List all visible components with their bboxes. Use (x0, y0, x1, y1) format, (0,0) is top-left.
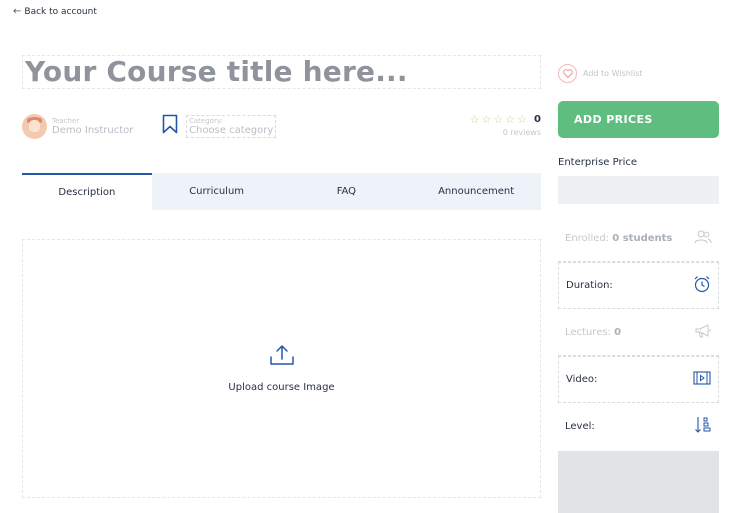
course-title-field[interactable]: Your Course title here... (22, 55, 541, 89)
course-title-placeholder: Your Course title here... (25, 55, 408, 88)
enrolled-item: Enrolled: 0 students (558, 215, 719, 262)
star-icon: ☆ (505, 113, 516, 126)
level-label: Level: (565, 421, 595, 432)
star-icon: ☆ (469, 113, 480, 126)
video-icon (693, 371, 711, 388)
video-item: Video: (558, 356, 719, 403)
category-label: Category: (189, 116, 223, 125)
star-icon: ☆ (493, 113, 504, 126)
tab-description[interactable]: Description (22, 173, 152, 210)
level-icon (694, 416, 712, 437)
lectures-item: Lectures: 0 (558, 309, 719, 356)
duration-label: Duration: (566, 280, 613, 291)
video-label: Video: (566, 374, 598, 385)
tab-faq[interactable]: FAQ (282, 173, 412, 210)
level-item: Level: (558, 403, 719, 450)
duration-item: Duration: (558, 262, 719, 309)
back-to-account-label: Back to account (24, 6, 97, 17)
category-value: Choose category (189, 124, 274, 136)
enterprise-price-input[interactable] (558, 176, 719, 204)
course-rating: ☆ ☆ ☆ ☆ ☆ 0 0 reviews (470, 114, 541, 137)
alarm-clock-icon (693, 275, 711, 296)
upload-course-image[interactable]: Upload course Image (22, 239, 541, 498)
avatar (22, 114, 47, 139)
upload-icon (269, 344, 295, 370)
upload-label: Upload course Image (228, 382, 335, 393)
tab-announcement[interactable]: Announcement (411, 173, 541, 210)
back-to-account-link[interactable]: ← Back to account (13, 6, 97, 17)
add-prices-button[interactable]: ADD PRICES (558, 101, 719, 138)
course-tabs: Description Curriculum FAQ Announcement (22, 173, 541, 210)
teacher-info: Teacher Demo Instructor (22, 114, 133, 139)
star-icon: ☆ (517, 113, 528, 126)
teacher-label: Teacher (52, 117, 80, 125)
wishlist-label: Add to Wishlist (583, 69, 643, 78)
heart-icon (558, 64, 577, 83)
bookmark-icon (162, 114, 178, 138)
users-icon (694, 230, 712, 247)
sidebar-placeholder-block (558, 451, 719, 513)
lectures-label: Lectures: (565, 326, 611, 338)
enterprise-price-label: Enterprise Price (558, 157, 638, 168)
arrow-left-icon: ← (13, 6, 22, 17)
reviews-count: 0 reviews (502, 128, 541, 137)
tab-curriculum[interactable]: Curriculum (152, 173, 282, 210)
category-selector[interactable]: Category: Choose category (162, 114, 277, 138)
star-icon: ☆ (481, 113, 492, 126)
course-meta: Teacher Demo Instructor Category: Choose… (22, 112, 541, 142)
enrolled-label: Enrolled: (565, 232, 610, 244)
course-info-list: Enrolled: 0 students Duration: Lectures:… (558, 215, 719, 450)
teacher-name: Demo Instructor (52, 125, 134, 136)
megaphone-icon (694, 323, 712, 342)
enrolled-value: 0 students (612, 232, 673, 244)
rating-value: 0 (534, 114, 541, 125)
lectures-value: 0 (614, 326, 622, 338)
sidebar: ADD PRICES Enterprise Price (558, 101, 719, 204)
add-to-wishlist-button[interactable]: Add to Wishlist (558, 64, 643, 83)
